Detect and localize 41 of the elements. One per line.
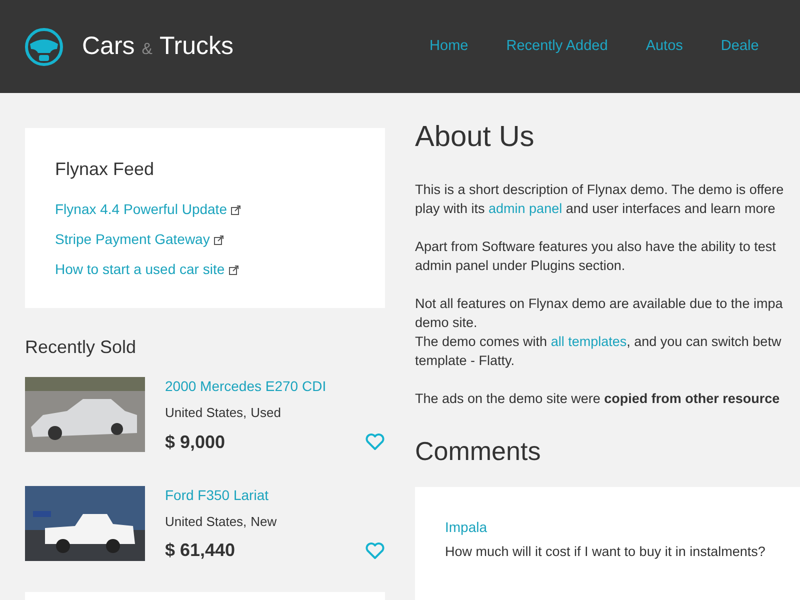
paragraph-line: The demo comes with all templates, and you can switch betw [415,333,782,351]
paragraph-line: demo site. [415,314,478,332]
nav-link[interactable]: Recently Added [506,36,608,58]
external-link-icon [230,204,241,214]
text-link[interactable]: all templates [550,334,627,349]
brand-ampersand: & [142,40,152,60]
brand-title: Trucks [159,30,234,62]
section-title: Comments [415,435,542,468]
listing-condition: New [250,512,277,530]
listing-title[interactable]: 2000 Mercedes E270 CDI [165,377,385,395]
heart-icon[interactable] [365,433,385,451]
heart-icon[interactable] [365,542,385,560]
nav-link[interactable]: Home [430,36,468,58]
paragraph-line: Apart from Software features you also have the ability to test [415,238,777,256]
external-link-icon [228,264,239,274]
paragraph-line: play with its admin panel and user interfaces and learn more [415,200,776,218]
paragraph-line: This is a short description of Flynax demo. The demo is offere [415,181,785,199]
paragraph-line: The ads on the demo site were copied from other resource [415,390,781,408]
feed-link[interactable]: Stripe Payment Gateway [55,229,210,250]
page-title: About Us [415,120,536,154]
feed-title: Flynax Feed [55,158,156,181]
listing-condition: Used [250,404,282,422]
listing-price: $ 9,000 [165,430,226,454]
paragraph-line: admin panel under Plugins section. [415,257,626,275]
paragraph-line: template - Flatty. [415,352,516,370]
feed-link[interactable]: Flynax 4.4 Powerful Update [55,199,227,220]
text-link[interactable]: admin panel [488,201,562,216]
listing-location: United States, [165,404,247,422]
steering-wheel-icon [24,26,64,66]
external-link-icon [214,234,224,244]
nav-link[interactable]: Autos [646,36,683,58]
nav-link[interactable]: Deale [720,36,759,58]
paragraph-line: Not all features on Flynax demo are available due to the impa [415,295,784,313]
section-title: Recently Sold [25,336,138,359]
brand-title: Cars [82,30,135,62]
listing-price: $ 61,440 [165,539,236,562]
listing-location: United States, [165,512,247,530]
listing-title[interactable]: Ford F350 Lariat [165,486,385,504]
comment-text: How much will it cost if I want to buy it in instalments? [445,543,766,561]
comment-author[interactable]: Impala [445,517,770,538]
feed-link[interactable]: How to start a used car site [55,259,225,280]
